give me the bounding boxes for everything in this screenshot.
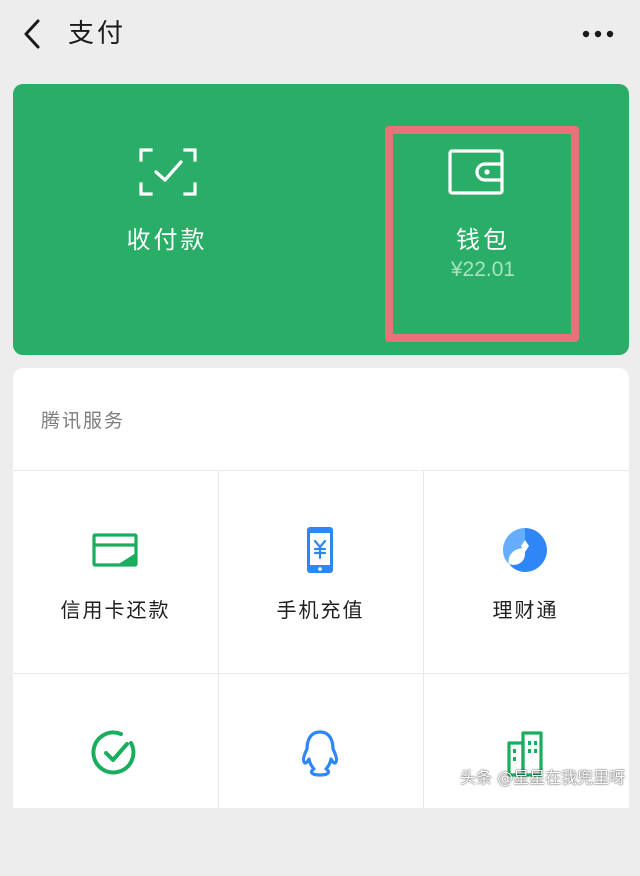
more-options-button[interactable] [574,14,622,54]
section-title: 腾讯服务 [41,410,126,432]
watermark-text: 头条 @星星在我兜里呀 [460,768,626,787]
more-dots-icon [582,30,614,38]
tile-label: 手机充值 [276,598,365,622]
tencent-services-panel: 腾讯服务 信用卡还款 手机充值 理财通 [13,368,629,810]
tile-checkmark-service[interactable] [13,673,218,876]
back-button[interactable] [14,14,54,54]
scan-check-icon [139,148,197,196]
tile-label: 理财通 [492,598,559,622]
credit-card-icon [92,533,138,567]
mobile-topup-icon [307,527,333,573]
wallet-button[interactable]: 钱包 ¥22.01 [385,84,581,355]
payment-card: 收付款 钱包 ¥22.01 [13,84,629,355]
wallet-balance: ¥22.01 [450,258,516,281]
chevron-left-icon [24,19,40,49]
tile-mobile-topup[interactable]: 手机充值 [218,470,423,673]
wealth-icon [503,528,547,572]
receive-pay-button[interactable]: 收付款 [57,84,277,355]
tile-wealth-management[interactable]: 理财通 [423,470,628,673]
top-bar: 支付 [0,0,640,66]
tile-credit-card-repayment[interactable]: 信用卡还款 [13,470,218,673]
receive-pay-label: 收付款 [126,226,208,254]
page-title: 支付 [68,19,127,49]
checkmark-circle-icon [91,730,136,775]
wallet-label: 钱包 [456,226,510,254]
wallet-icon [448,149,504,195]
tile-label: 信用卡还款 [60,598,171,622]
qq-penguin-icon [301,730,339,777]
tile-qq-service[interactable] [218,673,423,876]
